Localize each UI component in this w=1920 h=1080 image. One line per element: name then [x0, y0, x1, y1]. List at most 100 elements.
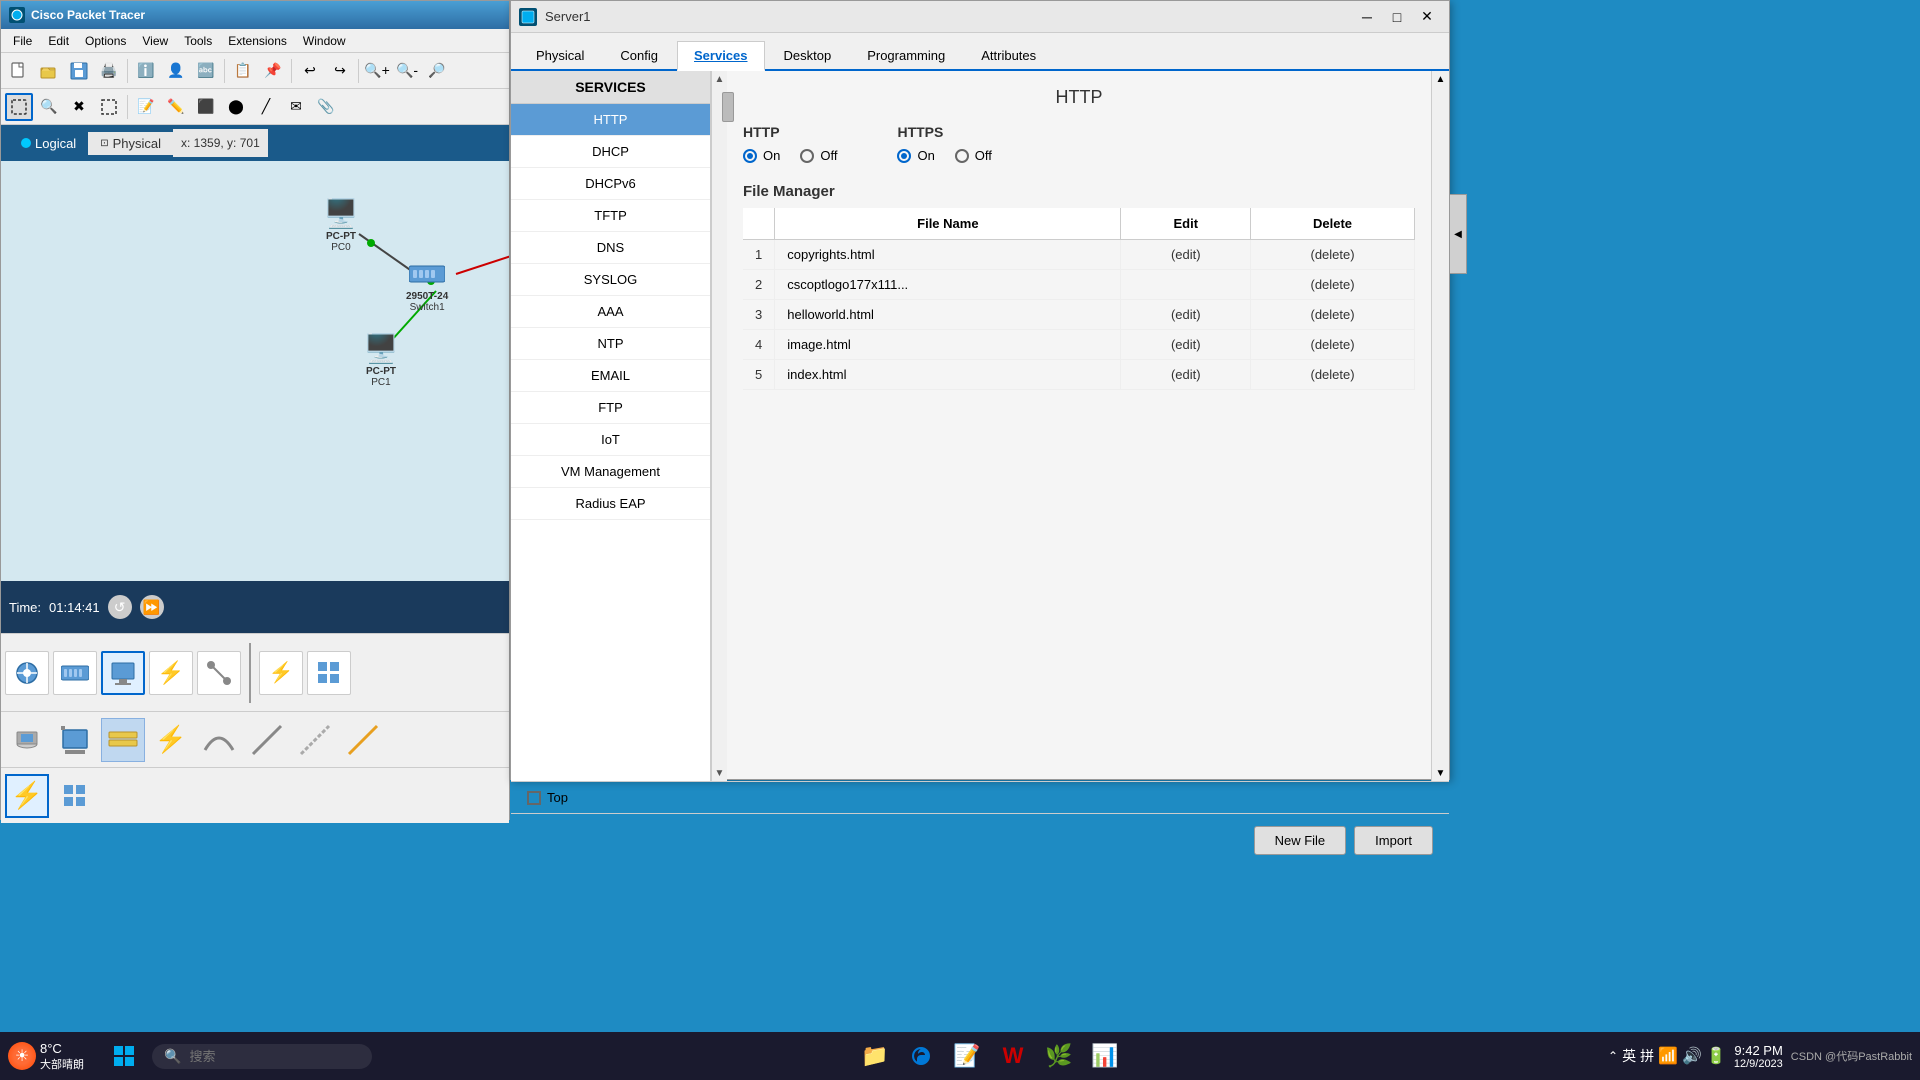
file-delete-4[interactable]: (delete) [1251, 330, 1415, 360]
maximize-button[interactable]: □ [1383, 3, 1411, 31]
service-http[interactable]: HTTP [511, 104, 710, 136]
device-item-1[interactable] [5, 718, 49, 762]
tab-programming[interactable]: Programming [850, 41, 962, 69]
close-button[interactable]: ✕ [1413, 3, 1441, 31]
service-email[interactable]: EMAIL [511, 360, 710, 392]
taskbar-explorer-icon[interactable]: 📁 [855, 1036, 895, 1076]
tray-pinyin-icon[interactable]: 拼 [1640, 1046, 1654, 1066]
device-item-line3[interactable] [341, 718, 385, 762]
menu-tools[interactable]: Tools [176, 32, 220, 50]
select-tool-button[interactable] [95, 93, 123, 121]
device-item-line1[interactable] [245, 718, 289, 762]
zoom-reset-button[interactable]: 🔎 [423, 57, 451, 85]
new-file-button[interactable]: New File [1254, 826, 1347, 855]
service-dns[interactable]: DNS [511, 232, 710, 264]
device-item-3[interactable] [101, 718, 145, 762]
physical-view-button[interactable]: ⊡ Physical [88, 132, 173, 155]
https-on-option[interactable]: On [897, 148, 934, 163]
search-bar[interactable]: 🔍 [152, 1044, 372, 1069]
file-edit-4[interactable]: (edit) [1121, 330, 1251, 360]
tab-attributes[interactable]: Attributes [964, 41, 1053, 69]
tray-expand-button[interactable]: ⌃ [1608, 1049, 1618, 1063]
pc1-device[interactable]: 🖥️ PC-PT PC1 [361, 331, 401, 388]
print-button[interactable]: 🖨️ [95, 57, 123, 85]
taskbar-edge-icon[interactable] [901, 1036, 941, 1076]
scroll-down-arrow[interactable]: ▼ [715, 765, 725, 781]
https-on-radio[interactable] [897, 149, 911, 163]
logical-view-button[interactable]: Logical [9, 132, 88, 155]
search-tool-button[interactable]: 🔍 [35, 93, 63, 121]
grid-category[interactable] [307, 651, 351, 695]
tray-battery-icon[interactable]: 🔋 [1706, 1046, 1726, 1066]
connections-category[interactable] [197, 651, 241, 695]
info-button[interactable]: ℹ️ [132, 57, 160, 85]
tab-services[interactable]: Services [677, 41, 765, 71]
redo-button[interactable]: ↪ [326, 57, 354, 85]
service-aaa[interactable]: AAA [511, 296, 710, 328]
taskbar-weather[interactable]: ☀ 8°C 大部晴朗 [8, 1041, 84, 1072]
text-button[interactable]: 🔤 [192, 57, 220, 85]
https-off-option[interactable]: Off [955, 148, 992, 163]
minimize-button[interactable]: ─ [1353, 3, 1381, 31]
device-item-line2[interactable] [293, 718, 337, 762]
file-edit-5[interactable]: (edit) [1121, 360, 1251, 390]
line-button[interactable]: ╱ [252, 93, 280, 121]
file-edit-2[interactable] [1121, 270, 1251, 300]
http-off-option[interactable]: Off [800, 148, 837, 163]
zoom-out-button[interactable]: 🔍- [393, 57, 421, 85]
switch1-device[interactable]: 2950T-24 Switch1 [406, 256, 448, 313]
right-scroll-up[interactable]: ▲ [1432, 71, 1449, 87]
device-item-lightning[interactable]: ⚡ [149, 718, 193, 762]
pencil-button[interactable]: ✏️ [162, 93, 190, 121]
mail-button[interactable]: ✉ [282, 93, 310, 121]
undo-button[interactable]: ↩ [296, 57, 324, 85]
zoom-in-button[interactable]: 🔍+ [363, 57, 391, 85]
scroll-thumb[interactable] [722, 92, 734, 122]
menu-window[interactable]: Window [295, 32, 354, 50]
network-canvas[interactable]: 🖥️ PC-PT PC0 2950T-24 Switch1 🖥️ PC-PT P… [1, 161, 509, 581]
service-ntp[interactable]: NTP [511, 328, 710, 360]
right-edge-tab[interactable]: ◀ [1449, 194, 1467, 274]
start-button[interactable] [104, 1036, 144, 1076]
misc-category[interactable]: ⚡ [259, 651, 303, 695]
service-syslog[interactable]: SYSLOG [511, 264, 710, 296]
http-on-option[interactable]: On [743, 148, 780, 163]
select-area-button[interactable] [5, 93, 33, 121]
fast-forward-button[interactable]: ⏩ [140, 595, 164, 619]
menu-edit[interactable]: Edit [40, 32, 77, 50]
scroll-up-arrow[interactable]: ▲ [715, 71, 725, 87]
file-edit-1[interactable]: (edit) [1121, 240, 1251, 270]
file-delete-3[interactable]: (delete) [1251, 300, 1415, 330]
menu-view[interactable]: View [134, 32, 176, 50]
services-scrollbar[interactable]: ▲ ▼ [711, 71, 727, 781]
copy-button[interactable]: 📋 [229, 57, 257, 85]
service-iot[interactable]: IoT [511, 424, 710, 456]
right-scrollbar[interactable]: ▲ ▼ [1431, 71, 1449, 781]
service-dhcpv6[interactable]: DHCPv6 [511, 168, 710, 200]
device-item-2[interactable] [53, 718, 97, 762]
switches-category[interactable] [53, 651, 97, 695]
service-radius-eap[interactable]: Radius EAP [511, 488, 710, 520]
new-button[interactable] [5, 57, 33, 85]
menu-options[interactable]: Options [77, 32, 134, 50]
service-dhcp[interactable]: DHCP [511, 136, 710, 168]
tab-physical[interactable]: Physical [519, 41, 601, 69]
grid-view[interactable] [53, 774, 97, 818]
ellipse-button[interactable]: ⬤ [222, 93, 250, 121]
menu-extensions[interactable]: Extensions [220, 32, 295, 50]
note-button[interactable]: 📝 [132, 93, 160, 121]
https-off-radio[interactable] [955, 149, 969, 163]
user-button[interactable]: 👤 [162, 57, 190, 85]
open-button[interactable] [35, 57, 63, 85]
right-scroll-down[interactable]: ▼ [1432, 765, 1449, 781]
taskbar-app2-icon[interactable]: 📊 [1085, 1036, 1125, 1076]
tab-config[interactable]: Config [603, 41, 675, 69]
service-vm-management[interactable]: VM Management [511, 456, 710, 488]
search-input[interactable] [189, 1049, 329, 1064]
import-button[interactable]: Import [1354, 826, 1433, 855]
lightning-category[interactable]: ⚡ [149, 651, 193, 695]
tray-wifi-icon[interactable]: 📶 [1658, 1046, 1678, 1066]
device-item-arch[interactable] [197, 718, 241, 762]
taskbar-wps-icon[interactable]: W [993, 1036, 1033, 1076]
attachment-button[interactable]: 📎 [312, 93, 340, 121]
